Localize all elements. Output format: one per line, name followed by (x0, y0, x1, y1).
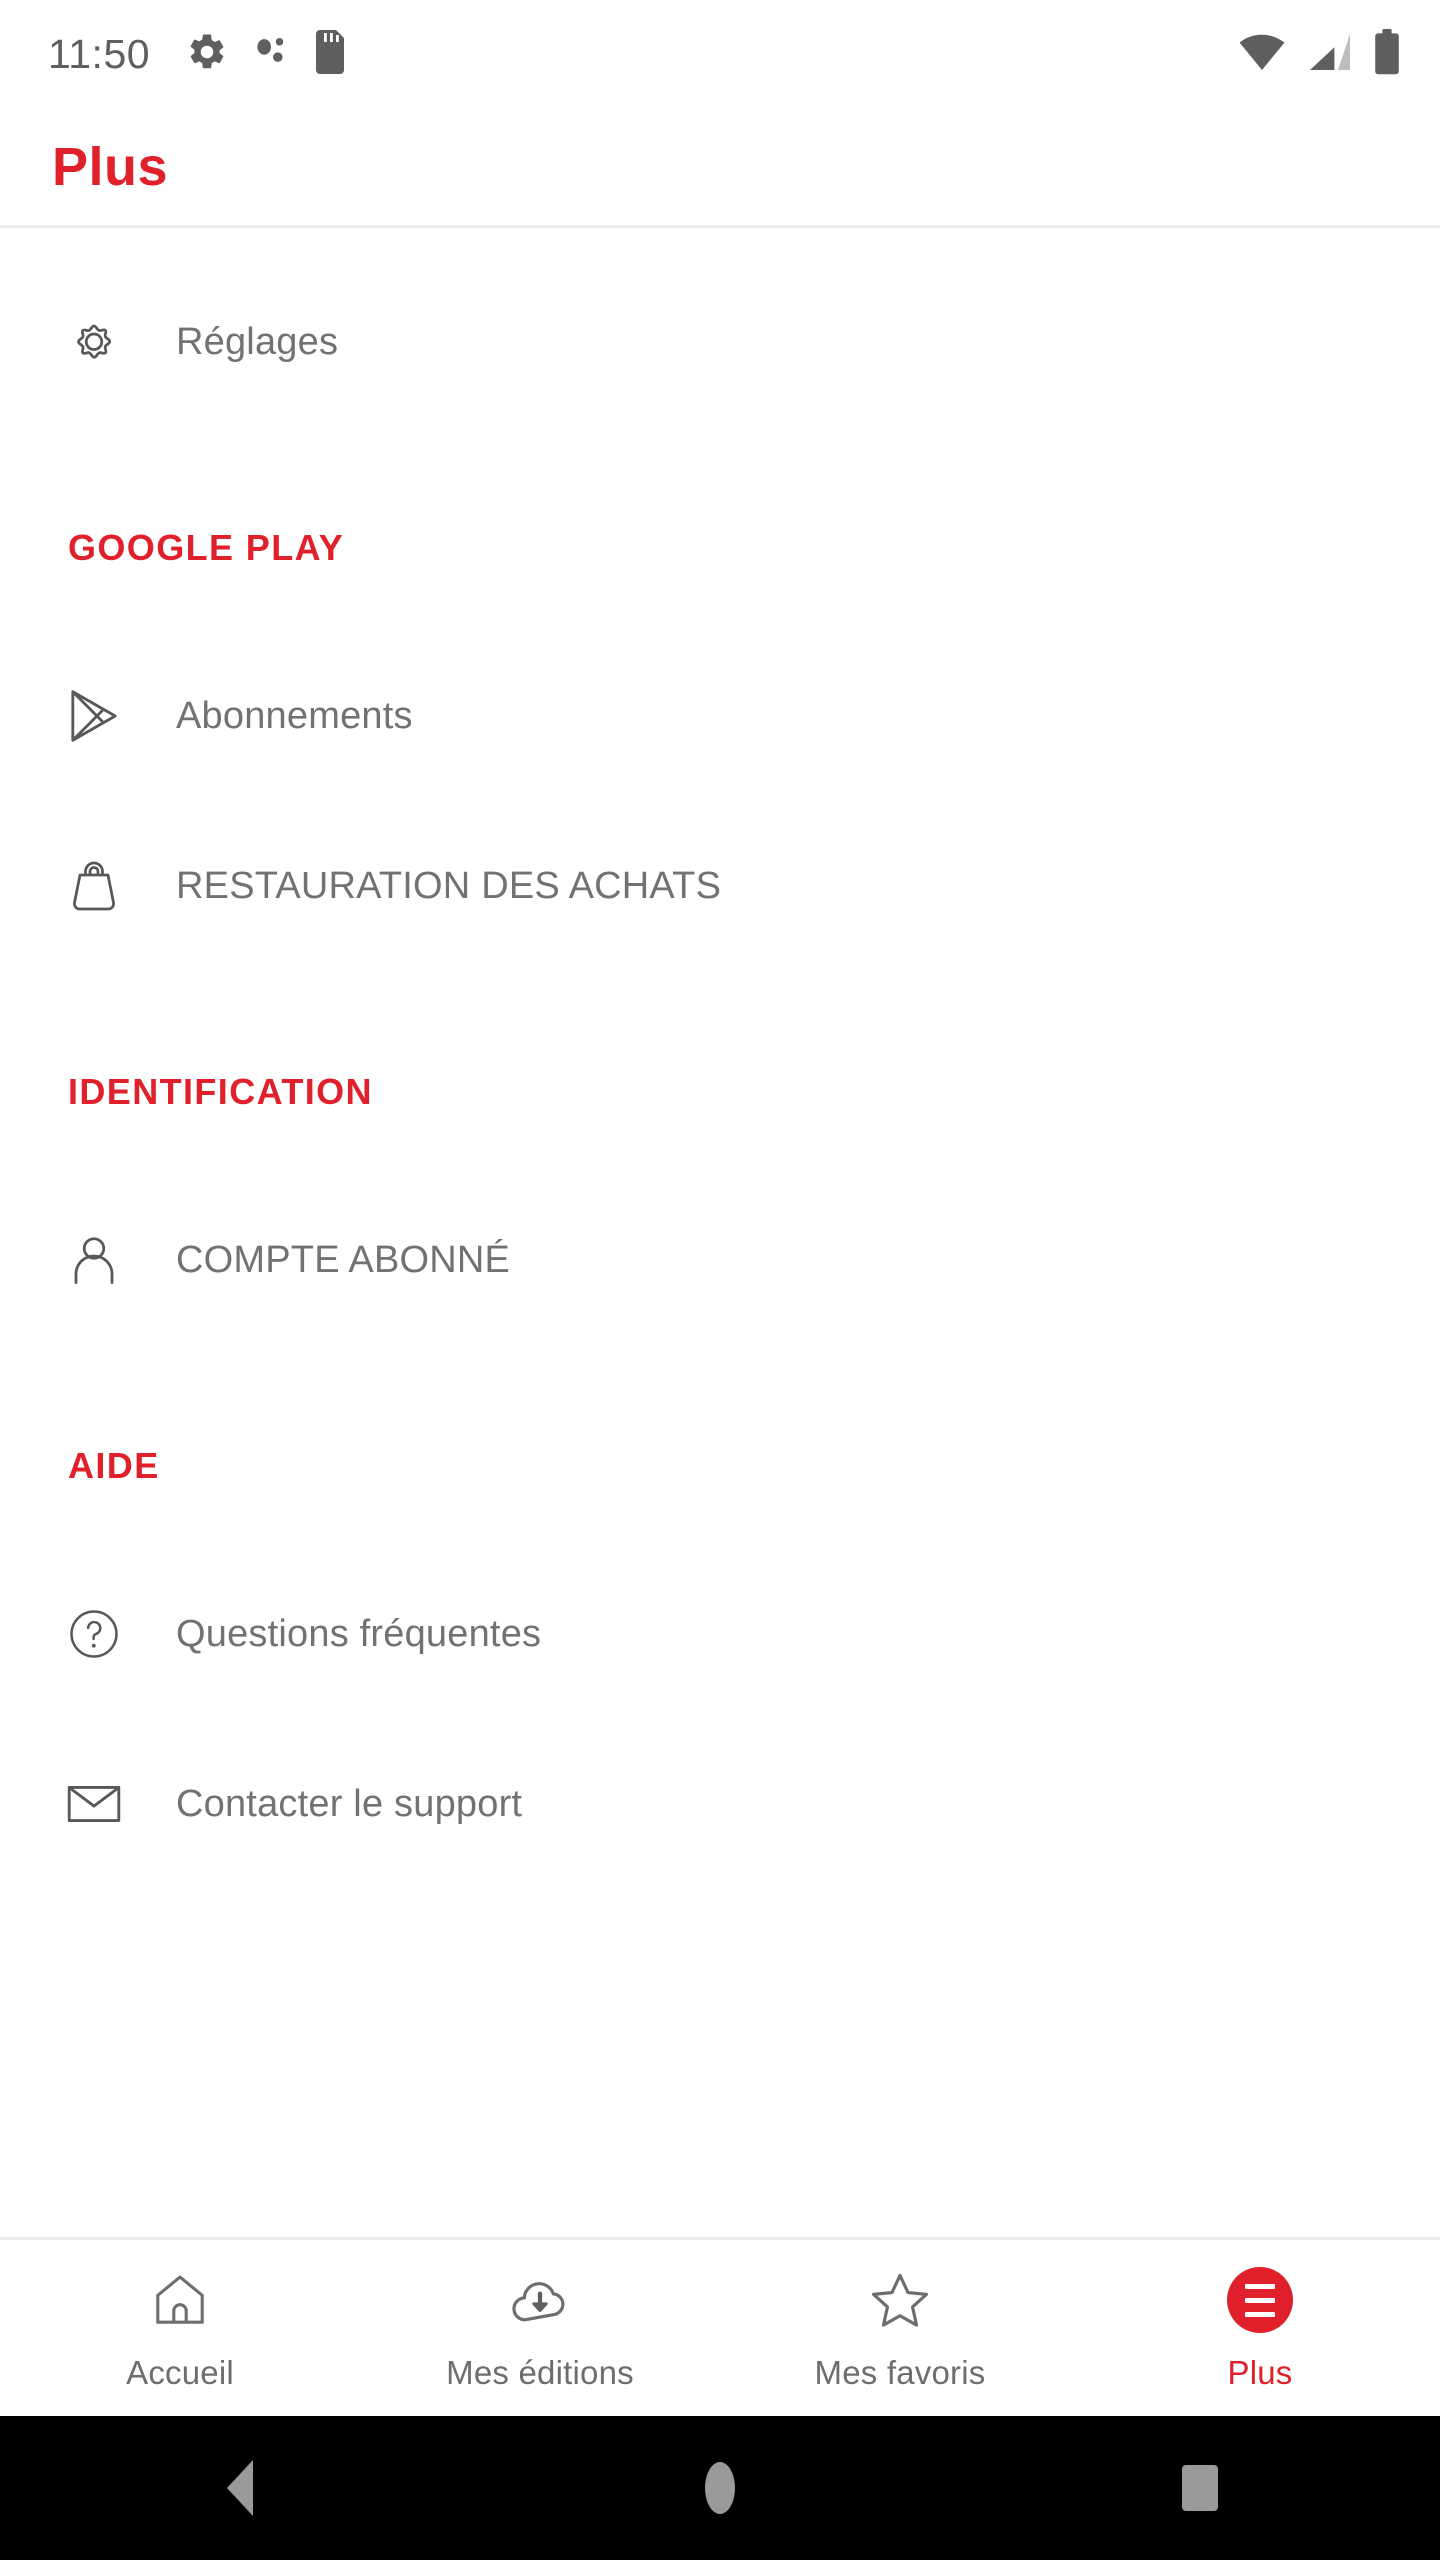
back-triangle-icon (227, 2460, 253, 2516)
hamburger-line (1245, 2283, 1275, 2289)
settings-list: Réglages GOOGLE PLAY Abonnements RESTAUR… (0, 228, 1440, 2237)
system-back-button[interactable] (0, 2460, 480, 2516)
person-icon (56, 1222, 132, 1298)
tab-label: Accueil (126, 2354, 234, 2391)
tab-plus[interactable]: Plus (1080, 2240, 1440, 2416)
list-item-label: Questions fréquentes (176, 1612, 542, 1655)
plus-badge (1227, 2267, 1293, 2333)
sd-card-icon (314, 29, 346, 79)
envelope-icon (56, 1766, 132, 1842)
android-system-nav (0, 2416, 1440, 2560)
signal-icon (1308, 32, 1352, 77)
dots-icon (254, 31, 288, 78)
status-bar-clock: 11:50 (48, 30, 151, 77)
status-bar-notification-icons (186, 29, 346, 79)
hamburger-icon (1227, 2264, 1293, 2336)
list-item-label: Abonnements (176, 694, 413, 737)
gear-icon (186, 31, 228, 78)
shopping-bag-icon (56, 848, 132, 924)
list-item-questions-frequentes[interactable]: Questions fréquentes (0, 1578, 1440, 1690)
hamburger-line (1245, 2297, 1275, 2303)
list-item-contacter-le-support[interactable]: Contacter le support (0, 1748, 1440, 1860)
list-item-label: Réglages (176, 320, 339, 363)
bottom-navigation: Accueil Mes éditions Mes favoris Plus (0, 2237, 1440, 2416)
app-bar: Plus (0, 108, 1440, 228)
list-item-compte-abonne[interactable]: COMPTE ABONNÉ (0, 1204, 1440, 1316)
tab-label: Mes éditions (446, 2354, 634, 2391)
cloud-download-icon (508, 2264, 572, 2336)
section-header-aide: AIDE (68, 1445, 160, 1486)
tab-label: Mes favoris (814, 2354, 986, 2391)
tab-mes-editions[interactable]: Mes éditions (360, 2240, 720, 2416)
tab-label: Plus (1227, 2354, 1293, 2391)
list-item-reglages[interactable]: Réglages (0, 286, 1440, 398)
star-icon (868, 2264, 932, 2336)
question-circle-icon (56, 1596, 132, 1672)
system-home-button[interactable] (480, 2462, 960, 2514)
status-bar: 11:50 (0, 0, 1440, 108)
list-item-restauration-des-achats[interactable]: RESTAURATION DES ACHATS (0, 830, 1440, 942)
recents-square-icon (1182, 2465, 1218, 2511)
tab-accueil[interactable]: Accueil (0, 2240, 360, 2416)
section-header-google-play: GOOGLE PLAY (68, 527, 345, 568)
battery-icon (1374, 28, 1400, 80)
hamburger-line (1245, 2311, 1275, 2317)
app-screen: 11:50 Plus Réglages GOOGLE PLAY Abonneme… (0, 0, 1440, 2560)
tab-mes-favoris[interactable]: Mes favoris (720, 2240, 1080, 2416)
home-icon (149, 2264, 211, 2336)
page-title: Plus (52, 136, 169, 197)
section-header-identification: IDENTIFICATION (68, 1071, 373, 1112)
list-item-label: RESTAURATION DES ACHATS (176, 864, 722, 907)
gear-icon (56, 304, 132, 380)
system-recents-button[interactable] (960, 2465, 1440, 2511)
list-item-label: COMPTE ABONNÉ (176, 1238, 511, 1281)
wifi-icon (1238, 32, 1286, 77)
home-circle-icon (705, 2462, 735, 2514)
google-play-icon (56, 678, 132, 754)
status-bar-system-icons (1238, 28, 1400, 80)
list-item-label: Contacter le support (176, 1782, 523, 1825)
list-item-abonnements[interactable]: Abonnements (0, 660, 1440, 772)
